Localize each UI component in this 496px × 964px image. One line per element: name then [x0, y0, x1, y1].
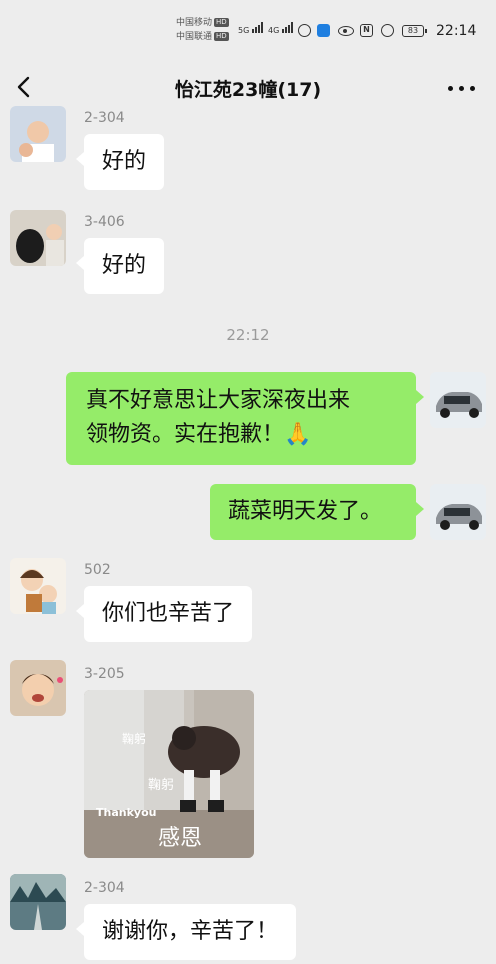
my-message-bubble[interactable]: 蔬菜明天发了。: [210, 484, 424, 540]
avatar[interactable]: [10, 558, 66, 614]
my-avatar[interactable]: [430, 372, 486, 428]
sticker-caption: 鞠躬: [148, 778, 175, 793]
avatar[interactable]: [10, 106, 66, 162]
my-avatar[interactable]: [430, 484, 486, 540]
message-bubble[interactable]: 你们也辛苦了: [75, 586, 253, 642]
message-text-line: 领物资。实在抱歉！🙏: [86, 422, 312, 447]
sticker-image[interactable]: 鞠躬 鞠躬 Thankyou 感恩: [84, 690, 254, 858]
message-bubble[interactable]: 好的: [75, 238, 165, 294]
more-options-icon[interactable]: [448, 86, 476, 92]
chat-title: 怡江苑23幢(17): [174, 79, 322, 101]
carrier-1: 中国移动: [176, 18, 213, 28]
signal-5g-icon: 5G: [238, 22, 263, 42]
sticker-caption: 鞠躬: [122, 732, 147, 746]
eye-comfort-icon: [338, 26, 354, 36]
alarm-icon: [298, 24, 311, 37]
status-time: 22:14: [436, 23, 477, 39]
avatar[interactable]: [10, 210, 66, 266]
my-message-bubble[interactable]: 真不好意思让大家深夜出来 领物资。实在抱歉！🙏: [66, 372, 424, 465]
sender-name: 2-304: [84, 880, 125, 896]
sender-name: 2-304: [84, 110, 125, 126]
sender-name: 502: [84, 562, 111, 578]
sticker-caption: Thankyou: [96, 806, 157, 819]
message-bubble[interactable]: 谢谢你，辛苦了！: [75, 904, 297, 960]
status-bar: 中国移动 HD 中国联通 HD 5G 4G N 83 22:14: [0, 0, 496, 58]
app-notification-icon: [317, 24, 330, 37]
chat-header: 怡江苑23幢(17): [0, 58, 496, 116]
battery-icon: 83: [402, 25, 427, 37]
avatar[interactable]: [10, 660, 66, 716]
hd-badge: HD: [214, 32, 229, 41]
avatar[interactable]: [10, 874, 66, 930]
message-bubble[interactable]: 好的: [75, 134, 165, 190]
message-text-line: 真不好意思让大家深夜出来: [86, 388, 351, 413]
vibrate-icon: [381, 24, 394, 37]
carrier-2: 中国联通: [176, 32, 213, 42]
sender-name: 3-406: [84, 214, 125, 230]
signal-4g-icon: 4G: [268, 22, 293, 42]
nfc-icon: N: [360, 24, 373, 37]
hd-badge: HD: [214, 18, 229, 27]
sender-name: 3-205: [84, 666, 125, 682]
message-timestamp: 22:12: [226, 326, 270, 344]
sticker-caption: 感恩: [158, 826, 203, 851]
carrier-info: 中国移动 HD 中国联通 HD: [176, 16, 229, 44]
